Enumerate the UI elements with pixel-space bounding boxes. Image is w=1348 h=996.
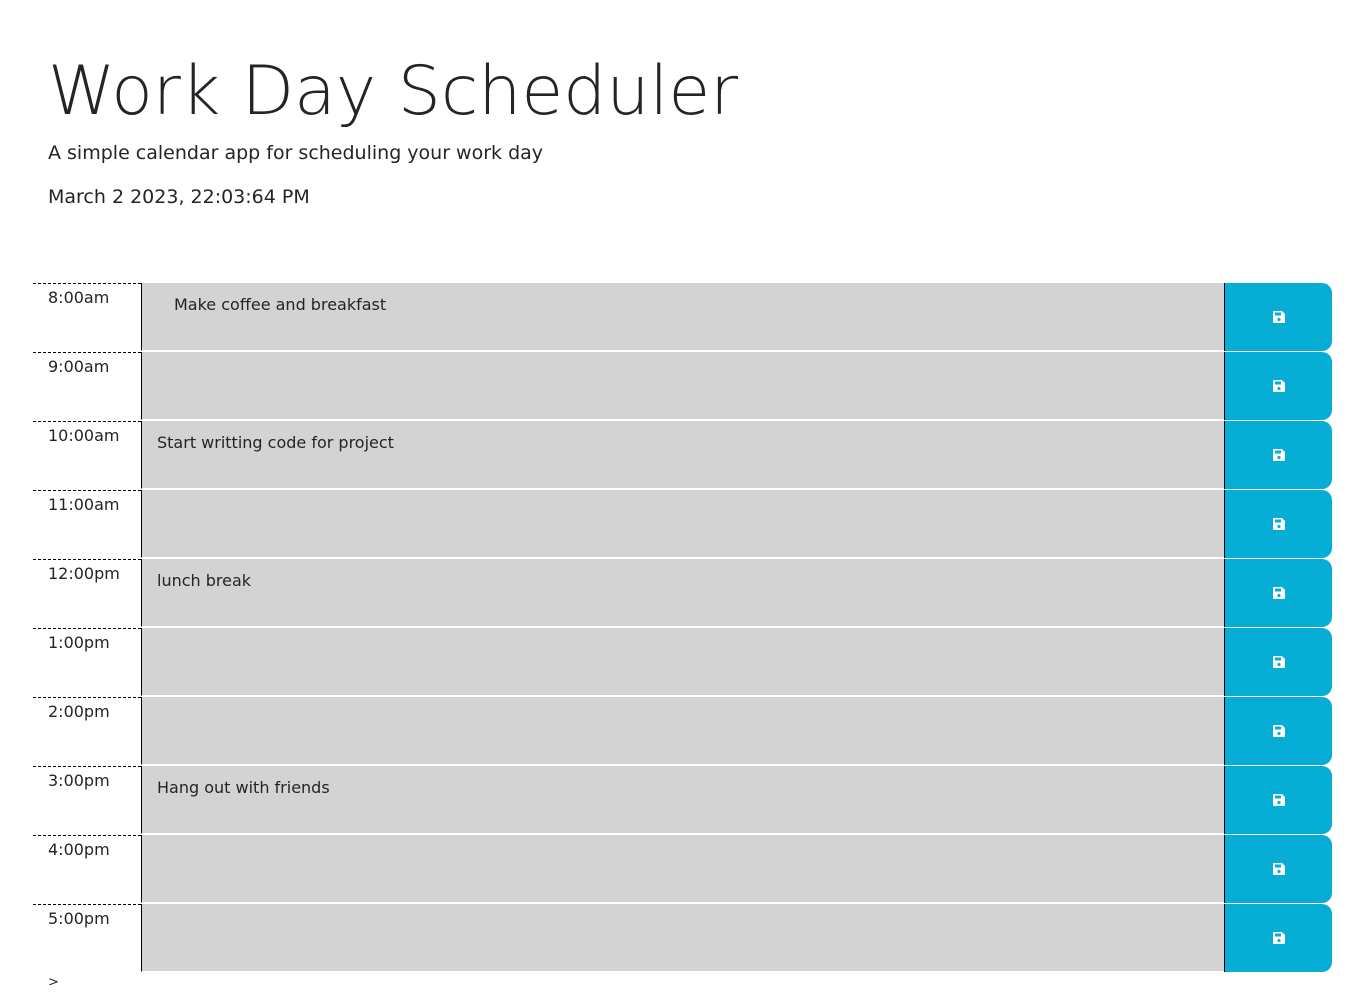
description-textarea[interactable]: Start writting code for project xyxy=(141,421,1224,489)
footer-caret: > xyxy=(48,975,59,990)
description-textarea[interactable] xyxy=(141,490,1224,558)
hour-label: 4:00pm xyxy=(33,835,141,904)
save-button[interactable] xyxy=(1224,835,1332,903)
floppy-disk-icon xyxy=(1272,379,1286,393)
time-block-row: 12:00pm lunch break xyxy=(33,559,1332,628)
floppy-disk-icon xyxy=(1272,517,1286,531)
floppy-disk-icon xyxy=(1272,724,1286,738)
floppy-disk-icon xyxy=(1272,793,1286,807)
floppy-disk-icon xyxy=(1272,586,1286,600)
page-lead: A simple calendar app for scheduling you… xyxy=(48,142,544,164)
description-textarea[interactable]: lunch break xyxy=(141,559,1224,627)
page-title: Work Day Scheduler xyxy=(48,52,739,131)
page-header: Work Day Scheduler A simple calendar app… xyxy=(48,52,738,210)
time-block-row: 10:00am Start writting code for project xyxy=(33,421,1332,490)
hour-label: 10:00am xyxy=(33,421,141,490)
save-button[interactable] xyxy=(1224,628,1332,696)
save-button[interactable] xyxy=(1224,559,1332,627)
hour-label: 2:00pm xyxy=(33,697,141,766)
save-button[interactable] xyxy=(1224,904,1332,972)
time-block-container: 8:00am Make coffee and breakfast 9:00am … xyxy=(33,283,1332,973)
save-button[interactable] xyxy=(1224,352,1332,420)
time-block-row: 11:00am xyxy=(33,490,1332,559)
floppy-disk-icon xyxy=(1272,931,1286,945)
time-block-row: 2:00pm xyxy=(33,697,1332,766)
floppy-disk-icon xyxy=(1272,655,1286,669)
floppy-disk-icon xyxy=(1272,448,1286,462)
time-block-row: 4:00pm xyxy=(33,835,1332,904)
description-textarea[interactable] xyxy=(141,352,1224,420)
floppy-disk-icon xyxy=(1272,310,1286,324)
hour-label: 8:00am xyxy=(33,283,141,352)
current-day: March 2 2023, 22:03:64 PM xyxy=(48,186,310,208)
description-textarea[interactable]: Make coffee and breakfast xyxy=(141,283,1224,351)
time-block-row: 8:00am Make coffee and breakfast xyxy=(33,283,1332,352)
description-textarea[interactable] xyxy=(141,904,1224,972)
hour-label: 5:00pm xyxy=(33,904,141,973)
save-button[interactable] xyxy=(1224,490,1332,558)
hour-label: 9:00am xyxy=(33,352,141,421)
description-textarea[interactable] xyxy=(141,628,1224,696)
floppy-disk-icon xyxy=(1272,862,1286,876)
time-block-row: 5:00pm xyxy=(33,904,1332,973)
hour-label: 11:00am xyxy=(33,490,141,559)
time-block-row: 3:00pm Hang out with friends xyxy=(33,766,1332,835)
description-textarea[interactable]: Hang out with friends xyxy=(141,766,1224,834)
save-button[interactable] xyxy=(1224,283,1332,351)
hour-label: 1:00pm xyxy=(33,628,141,697)
description-textarea[interactable] xyxy=(141,697,1224,765)
time-block-row: 1:00pm xyxy=(33,628,1332,697)
hour-label: 3:00pm xyxy=(33,766,141,835)
save-button[interactable] xyxy=(1224,697,1332,765)
description-textarea[interactable] xyxy=(141,835,1224,903)
time-block-row: 9:00am xyxy=(33,352,1332,421)
hour-label: 12:00pm xyxy=(33,559,141,628)
save-button[interactable] xyxy=(1224,421,1332,489)
save-button[interactable] xyxy=(1224,766,1332,834)
